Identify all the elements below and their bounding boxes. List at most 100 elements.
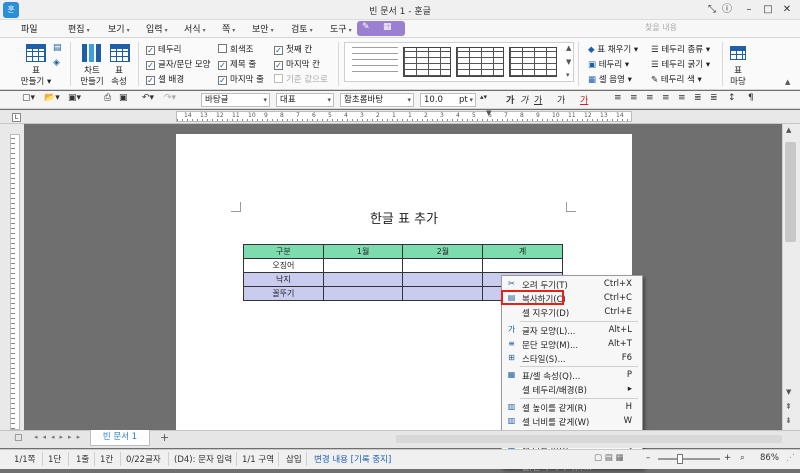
check-cell-bg[interactable]: ✓ 셀 배경 bbox=[146, 73, 184, 85]
zoom-level[interactable]: 86% bbox=[760, 453, 779, 463]
check-grayscale[interactable]: 회색조 bbox=[218, 43, 253, 55]
status-insert[interactable]: 삽입 bbox=[286, 453, 302, 465]
open-icon[interactable]: 📂▾ bbox=[44, 93, 60, 103]
preview-icon[interactable]: ▣ bbox=[119, 93, 128, 103]
ruler-scale[interactable] bbox=[176, 111, 632, 122]
status-page[interactable]: 1/1쪽 bbox=[14, 453, 36, 465]
table-context-tab[interactable]: ✎ ▦ bbox=[357, 21, 405, 36]
table-cell[interactable] bbox=[322, 272, 404, 287]
ruler-corner-icon[interactable]: L bbox=[12, 113, 21, 122]
print-icon[interactable]: ⎙ bbox=[104, 93, 111, 103]
menu-view[interactable]: 보기 bbox=[108, 22, 130, 35]
check-title-row[interactable]: ✓ 제목 줄 bbox=[218, 58, 256, 70]
restore-layout-icon[interactable]: ⤡ bbox=[705, 3, 719, 17]
border-color-button[interactable]: ✎ 테두리 색 ▾ bbox=[651, 73, 702, 85]
table-format-icon[interactable]: ◈ bbox=[53, 58, 60, 68]
new-doc-icon[interactable]: ▢▾ bbox=[22, 93, 35, 103]
checkbox[interactable]: ✓ bbox=[274, 61, 283, 70]
check-border[interactable]: ✓ 테두리 bbox=[146, 43, 181, 55]
underline-button[interactable]: 가 bbox=[534, 93, 542, 106]
table-cell[interactable] bbox=[402, 258, 484, 273]
search-input[interactable]: 찾을 내용 bbox=[645, 22, 737, 36]
table-cell[interactable] bbox=[482, 258, 563, 273]
checkbox[interactable]: ✓ bbox=[146, 61, 155, 70]
align-center-icon[interactable]: ≡ bbox=[630, 93, 638, 103]
table-cell[interactable]: 낙지 bbox=[243, 272, 324, 287]
undo-icon[interactable]: ↶▾ bbox=[142, 93, 154, 103]
context-menu-item[interactable]: ▥ 셀 너비를 같게(W) W bbox=[502, 414, 642, 428]
help-icon[interactable]: ⓘ bbox=[720, 3, 734, 17]
indent-icon[interactable]: ≣ bbox=[694, 93, 702, 103]
check-last-row[interactable]: ✓ 마지막 줄 bbox=[218, 73, 264, 85]
minimize-button[interactable]: – bbox=[742, 3, 756, 17]
size-stepper-icon[interactable]: ▴▾ bbox=[480, 93, 487, 101]
border-width-button[interactable]: ☰ 테두리 굵기 ▾ bbox=[651, 58, 710, 70]
page-down-icon[interactable]: ⇟ bbox=[785, 416, 792, 425]
vertical-ruler[interactable] bbox=[10, 134, 20, 430]
gallery-up-icon[interactable]: ▲ bbox=[566, 44, 571, 52]
checkbox[interactable]: ✓ bbox=[274, 46, 283, 55]
table-style-grid-1[interactable] bbox=[403, 47, 451, 77]
zoom-in-icon[interactable]: + bbox=[724, 453, 731, 463]
ribbon-collapse-icon[interactable]: ▲ bbox=[785, 78, 790, 86]
menu-file[interactable]: 파일 bbox=[21, 22, 40, 35]
table-props-button[interactable]: 표 속성 bbox=[104, 66, 134, 88]
check-first-col[interactable]: ✓ 첫째 칸 bbox=[274, 43, 312, 55]
table-cell[interactable] bbox=[322, 258, 404, 273]
table-cell[interactable]: 오징어 bbox=[243, 258, 324, 273]
para-icon[interactable]: ¶ bbox=[748, 93, 754, 103]
zoom-out-icon[interactable]: – bbox=[646, 453, 650, 463]
context-menu-item[interactable]: 셀 지우기(D) Ctrl+E bbox=[502, 305, 642, 319]
context-menu-item[interactable]: ▦ 표/셀 속성(Q)... P bbox=[502, 368, 642, 382]
border-button[interactable]: ▣ 테두리 ▾ bbox=[588, 58, 629, 70]
horizontal-scrollbar[interactable] bbox=[396, 435, 782, 443]
context-menu-item[interactable]: 셀 테두리/배경(B) ▸ bbox=[502, 382, 642, 396]
strike-button[interactable]: 가 bbox=[557, 93, 565, 106]
fill-table-button[interactable]: ◆ 표 채우기 ▾ bbox=[588, 43, 638, 55]
table-header-cell[interactable]: 구분 bbox=[243, 244, 324, 259]
align-right-icon[interactable]: ≡ bbox=[646, 93, 654, 103]
context-menu-item[interactable]: 가 글자 모양(L)... Alt+L bbox=[502, 323, 642, 337]
align-justify-icon[interactable]: ≡ bbox=[662, 93, 670, 103]
tab-nav-icons[interactable]: ◂◂◂▸▸▸ bbox=[34, 433, 85, 441]
table-style-grid-2[interactable] bbox=[456, 47, 504, 77]
table-header-cell[interactable]: 2월 bbox=[402, 244, 484, 259]
redo-icon[interactable]: ↷▾ bbox=[164, 93, 176, 103]
menu-review[interactable]: 검토 bbox=[291, 22, 313, 35]
menu-tools[interactable]: 도구 bbox=[330, 22, 352, 35]
gallery-down-icon[interactable]: ▼ bbox=[566, 58, 571, 66]
context-menu-item[interactable]: ✂ 오려 두기(T) Ctrl+X bbox=[502, 277, 642, 291]
style-select[interactable]: 바탕글 bbox=[201, 93, 270, 107]
border-type-button[interactable]: ☰ 테두리 종류 ▾ bbox=[651, 43, 710, 55]
status-track-changes[interactable]: 변경 내용 [기록 중지] bbox=[314, 453, 391, 465]
table-header-cell[interactable]: 1월 bbox=[322, 244, 404, 259]
table-gallery-button[interactable]: 표 마당 bbox=[724, 66, 752, 88]
check-last-col[interactable]: ✓ 마지막 칸 bbox=[274, 58, 320, 70]
checkbox[interactable]: ✓ bbox=[218, 61, 227, 70]
scroll-up-icon[interactable]: ▲ bbox=[786, 126, 791, 134]
add-tab-button[interactable]: + bbox=[160, 431, 169, 444]
checkbox[interactable]: ✓ bbox=[146, 76, 155, 85]
font-select[interactable]: 함초롬바탕 bbox=[340, 93, 414, 107]
indent-marker-icon[interactable]: ▼ bbox=[486, 109, 491, 117]
view-mode-icons[interactable]: ▢ ▤ ▦ bbox=[594, 453, 624, 463]
document-title[interactable]: 한글 표 추가 bbox=[176, 208, 632, 227]
table-cell[interactable] bbox=[402, 272, 484, 287]
cell-shade-button[interactable]: ▦ 셀 음영 ▾ bbox=[588, 73, 632, 85]
align-left-icon[interactable]: ≡ bbox=[614, 93, 622, 103]
maximize-button[interactable]: □ bbox=[761, 3, 775, 17]
bold-button[interactable]: 가 bbox=[506, 93, 514, 106]
save-icon[interactable]: ▣▾ bbox=[68, 93, 81, 103]
checkbox[interactable]: ✓ bbox=[218, 76, 227, 85]
context-menu-item[interactable]: ▥ 셀 높이를 같게(R) H bbox=[502, 400, 642, 414]
check-char-para[interactable]: ✓ 글자/문단 모양 bbox=[146, 58, 211, 70]
font-size-input[interactable]: 10.0 pt bbox=[420, 93, 476, 107]
table-cell[interactable]: 꼴뚜기 bbox=[243, 286, 324, 301]
linespace-icon[interactable]: ↕ bbox=[728, 93, 736, 103]
table-style-grid-3[interactable] bbox=[509, 47, 557, 77]
zoom-magnifier-icon[interactable]: ⌕ bbox=[740, 453, 745, 463]
font-color-button[interactable]: 가 bbox=[580, 93, 588, 106]
scroll-thumb[interactable] bbox=[785, 142, 796, 242]
context-menu-item[interactable]: ⊞ 스타일(S)... F6 bbox=[502, 351, 642, 365]
page-up-icon[interactable]: ⇞ bbox=[785, 402, 792, 411]
